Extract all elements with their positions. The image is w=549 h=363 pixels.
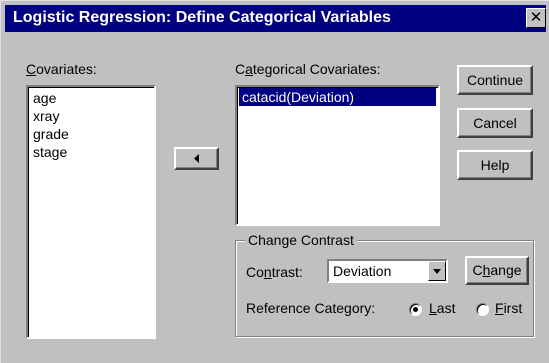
change-button[interactable]: Change — [465, 256, 529, 285]
triangle-down-icon — [433, 269, 441, 274]
contrast-label: Contrast: — [246, 264, 303, 280]
reference-first-radio[interactable] — [476, 303, 489, 316]
reference-last-label[interactable]: Last — [429, 300, 455, 316]
help-label: Help — [480, 157, 510, 173]
reference-category-label: Reference Category: — [246, 300, 376, 316]
contrast-value: Deviation — [333, 263, 392, 279]
continue-label: Continue — [466, 72, 524, 88]
radio-selected-dot — [413, 307, 418, 312]
categorical-covariates-list[interactable]: catacid(Deviation) — [235, 85, 440, 226]
help-button[interactable]: Help — [457, 150, 533, 180]
change-contrast-group — [235, 240, 534, 337]
list-item[interactable]: catacid(Deviation) — [239, 88, 436, 106]
move-to-covariates-button[interactable] — [174, 147, 219, 170]
cancel-label: Cancel — [473, 115, 517, 131]
define-categorical-dialog: Logistic Regression: Define Categorical … — [0, 0, 549, 363]
contrast-dropdown-button[interactable] — [428, 261, 446, 281]
window-title: Logistic Regression: Define Categorical … — [13, 9, 391, 26]
title-bar[interactable]: Logistic Regression: Define Categorical … — [5, 5, 546, 32]
list-item[interactable]: xray — [28, 107, 154, 125]
categorical-covariates-label: Categorical Covariates: — [235, 61, 381, 77]
continue-button[interactable]: Continue — [457, 65, 533, 95]
close-icon: ✕ — [529, 9, 543, 26]
change-label: Change — [472, 262, 522, 278]
list-item[interactable]: stage — [28, 143, 154, 161]
reference-first-label[interactable]: First — [495, 300, 522, 316]
cancel-button[interactable]: Cancel — [457, 108, 533, 138]
triangle-left-icon — [194, 154, 199, 163]
close-button[interactable]: ✕ — [526, 8, 546, 28]
reference-last-radio[interactable] — [409, 303, 422, 316]
covariates-label: Covariates: — [26, 61, 97, 77]
list-item[interactable]: grade — [28, 125, 154, 143]
list-item[interactable]: age — [28, 89, 154, 107]
covariates-list[interactable]: age xray grade stage — [26, 85, 156, 339]
change-contrast-legend: Change Contrast — [245, 232, 357, 248]
contrast-select[interactable]: Deviation — [327, 259, 448, 283]
